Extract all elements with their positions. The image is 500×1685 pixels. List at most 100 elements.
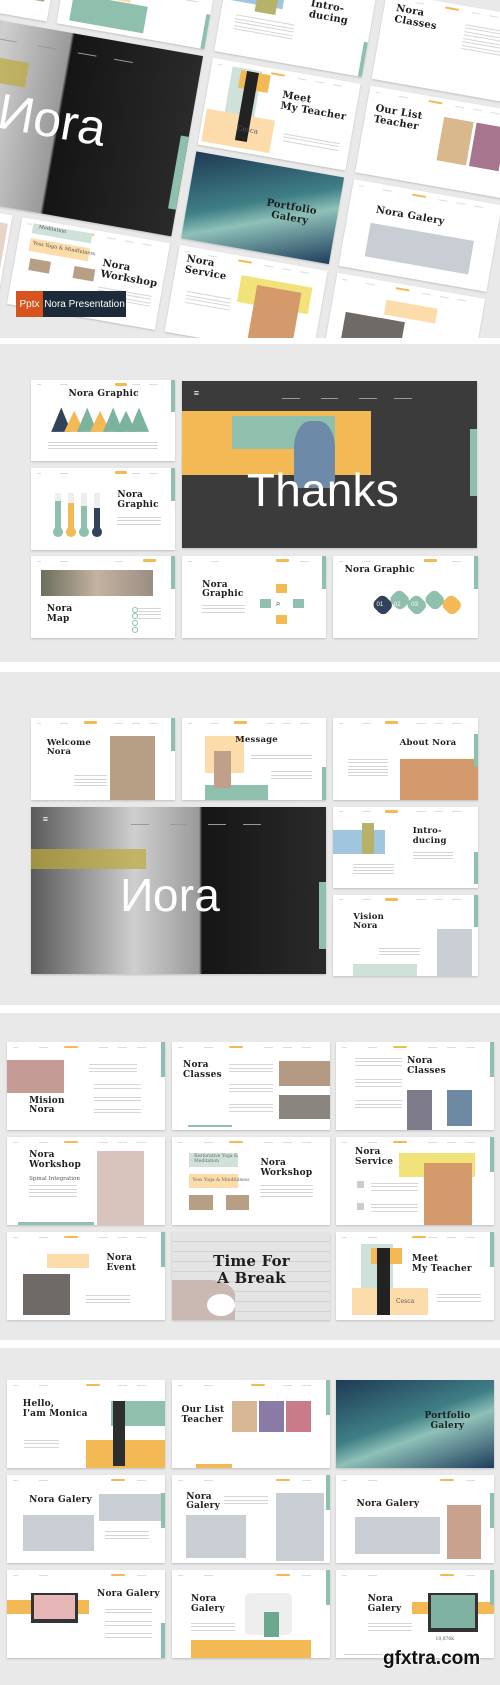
slide-thumbnail: Nora Galery [172,1570,330,1658]
slide-thumbnail: Hello, I'am Monica [7,1380,165,1468]
logo-mark [342,1574,348,1576]
social-icon-box [275,615,288,625]
text-line [271,774,312,776]
yoga-pose-icon [356,1203,365,1211]
text-line [379,954,420,956]
nav-item [382,189,392,192]
subtitle: Spinal Integration [29,1175,80,1182]
nav-item [77,52,97,57]
text-line [93,1108,142,1110]
slide-thumbnail: Meet My Teacher Cesca [197,57,361,171]
text-line [353,863,394,865]
nav-item [131,722,141,724]
image-placeholder [86,1439,165,1468]
accent-bar [200,13,211,50]
slide-thumbnail: Welcome Nora [31,718,175,800]
nav-item [465,1141,476,1143]
location-pin-icon [131,613,139,620]
nav-item [59,472,69,474]
slide-title: Nora Galery [367,1593,402,1614]
nav-item [149,722,158,724]
slide-thumbnail: ≡ Nora [31,807,326,974]
nav-active-pill [63,1235,79,1239]
text-line [89,1071,137,1073]
text-line [437,1300,482,1302]
text-line [224,1503,269,1505]
nav-item [422,292,432,296]
image-placeholder [276,1492,324,1562]
logo-mark [13,1236,19,1238]
slide-title: Time For A Break [213,1252,290,1287]
text-line [93,1100,142,1102]
slide-title: Nora Graphic [202,579,244,600]
text-line [24,1446,60,1448]
thermometer-bulb [92,527,103,537]
nav-item [446,1046,457,1048]
logo-mark [187,722,193,724]
nav-item [210,560,220,562]
slide-title: Intro- ducing [412,826,447,846]
slide-title: Portfolio Galery [265,197,318,228]
nav-active-pill [444,5,459,11]
slide-title: Meet My Teacher [411,1253,472,1274]
nav-item [38,1236,49,1238]
nav-item [0,38,17,43]
image-placeholder [279,1061,330,1086]
social-icon-box [259,599,272,609]
text-line [347,762,389,764]
text-line [117,520,161,522]
nav-item [427,1236,438,1238]
text-line [271,771,312,773]
nav-item [465,1479,476,1481]
text-line [202,605,246,607]
text-line [228,1107,274,1109]
nav-item [131,472,141,474]
image-placeholder [31,848,147,869]
image-placeholder [190,1640,312,1658]
nav-active-pill [111,1573,126,1577]
accent-bar [490,1232,494,1268]
nav-active-pill [385,898,399,901]
slide-title: Nora Galery [356,1498,420,1509]
nav-item [117,1046,128,1048]
nav-item [297,77,307,81]
nav-item [446,1141,457,1143]
text-line [260,1192,313,1194]
text-line [353,866,394,868]
accent-bar [474,734,478,768]
watermark: gfxtra.com [383,1648,481,1669]
logo-mark [36,384,42,386]
logo-mark [358,185,364,187]
nav-item [282,722,292,724]
logo-mark [13,1574,19,1576]
text-line [354,1082,403,1084]
text-line [347,765,389,767]
accent-bar [490,1570,494,1606]
presentation-banner: Pptx Nora Presentation [16,291,126,317]
nav-item [136,1141,147,1143]
slide-title: Intro- ducing [307,0,349,28]
image-placeholder [189,1195,214,1211]
image-placeholder [22,1515,94,1551]
nav-item [263,1046,274,1048]
collage-section: WelcomeMessageIntro- ducingNora Classes≡… [0,0,500,338]
slide-title: Nora Workshop [29,1150,81,1170]
nav-item [367,1479,378,1481]
nav-item [427,1141,438,1143]
stat-value: 10,876k [435,1636,455,1642]
text-line [228,1091,274,1093]
image-placeholder [351,1288,428,1315]
text-line [260,1188,313,1190]
slide-thumbnail: Time For A Break [172,1232,330,1320]
nav-item [282,1046,293,1048]
slide-thumbnail: Nora Map [31,556,175,638]
text-line [370,1182,419,1184]
accent-bar [171,380,175,413]
nav-item [434,722,444,724]
text-line [86,1298,131,1300]
text-line [137,614,161,616]
slide-title: Nora Galery [190,1593,225,1614]
slide-thumbnail: Nora Galery [172,1475,330,1563]
text-line [202,611,246,613]
slide-thumbnail: Nora Galery [7,1475,165,1563]
